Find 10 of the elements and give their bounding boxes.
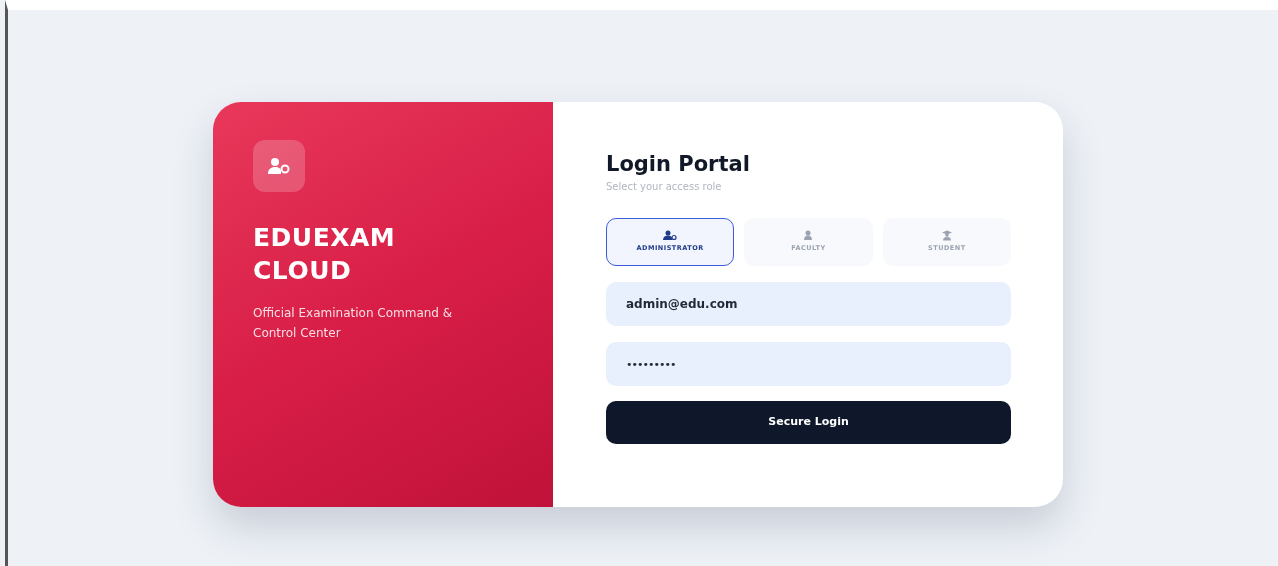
graduate-icon xyxy=(939,230,954,242)
brand-title: EDUEXAM CLOUD xyxy=(253,222,397,287)
login-title: Login Portal xyxy=(606,152,751,178)
brand-tagline: Official Examination Command & Control Center xyxy=(253,305,454,343)
email-field[interactable]: admin@edu.com xyxy=(606,282,1011,327)
login-button[interactable]: Secure Login xyxy=(606,401,1011,445)
password-field[interactable]: ••••••••• xyxy=(606,342,1011,387)
login-subtitle: Select your access role xyxy=(606,180,723,195)
user-key-icon xyxy=(253,140,305,192)
user-key-icon xyxy=(663,230,678,242)
